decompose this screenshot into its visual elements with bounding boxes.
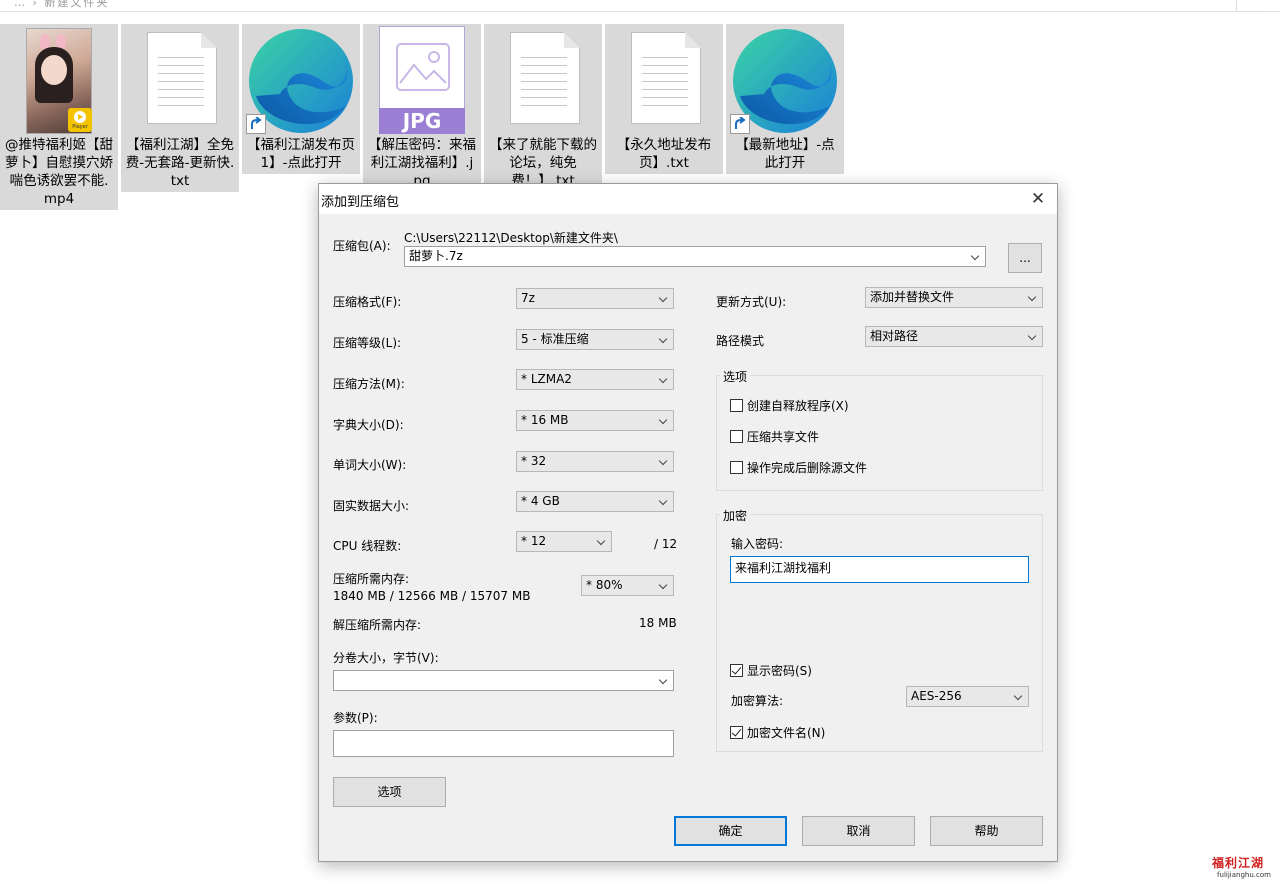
file-item-txt[interactable]: 【永久地址发布页】.txt: [605, 24, 723, 174]
path-mode-label: 路径模式: [716, 334, 765, 348]
level-label: 压缩等级(L):: [333, 336, 402, 350]
add-to-archive-dialog: 添加到压缩包 ✕ 压缩包(A): C:\Users\22112\Desktop\…: [318, 183, 1058, 862]
chevron-down-icon: [659, 370, 669, 389]
site-watermark-logo: 福利江湖 fulijianghu.com: [1212, 854, 1276, 884]
cpu-threads-label: CPU 线程数:: [333, 539, 402, 553]
chevron-down-icon: [659, 289, 669, 308]
chevron-down-icon: [1028, 288, 1038, 307]
file-name: 【福利江湖发布页1】-点此打开: [247, 137, 355, 171]
file-name: 【福利江湖】全免费-无套路-更新快.txt: [125, 137, 235, 189]
file-name: 【永久地址发布页】.txt: [616, 137, 712, 171]
path-mode-select[interactable]: 相对路径: [865, 326, 1043, 347]
options-button[interactable]: 选项: [333, 777, 446, 807]
explorer-address-strip: … › 新建文件夹: [0, 0, 1280, 12]
dict-size-label: 字典大小(D):: [333, 418, 404, 432]
word-size-select[interactable]: * 32: [516, 451, 674, 472]
memory-percent-select[interactable]: * 80%: [581, 575, 674, 596]
encryption-method-select[interactable]: AES-256: [906, 686, 1029, 707]
watermark-url: fulijianghu.com: [1217, 871, 1271, 879]
solid-size-select[interactable]: * 4 GB: [516, 491, 674, 512]
chevron-down-icon: [659, 492, 669, 511]
file-item-txt[interactable]: 【福利江湖】全免费-无套路-更新快.txt: [121, 24, 239, 192]
update-mode-label: 更新方式(U):: [716, 295, 787, 309]
window-corner: [1236, 0, 1268, 12]
shared-files-checkbox[interactable]: 压缩共享文件: [730, 428, 819, 445]
chevron-down-icon: [597, 532, 607, 551]
text-document-icon: [510, 32, 580, 124]
shortcut-arrow-icon: [730, 114, 750, 134]
file-item-shortcut[interactable]: 【最新地址】-点此打开: [726, 24, 844, 174]
text-document-icon: [147, 32, 217, 124]
cancel-button[interactable]: 取消: [802, 816, 915, 846]
file-item-video[interactable]: Player @推特福利姬【甜萝卜】自慰摸穴娇喘色诱欲罢不能.mp4: [0, 24, 118, 210]
file-name: 【最新地址】-点此打开: [735, 137, 835, 171]
dialog-titlebar: 添加到压缩包 ✕: [319, 184, 1057, 214]
shortcut-arrow-icon: [246, 114, 266, 134]
chevron-down-icon: [659, 330, 669, 349]
parameters-label: 参数(P):: [333, 711, 378, 725]
chevron-down-icon: [659, 671, 669, 690]
file-name: @推特福利姬【甜萝卜】自慰摸穴娇喘色诱欲罢不能.mp4: [5, 137, 113, 207]
encrypt-filenames-checkbox[interactable]: 加密文件名(N): [730, 724, 825, 741]
player-badge-icon: Player: [68, 108, 92, 132]
image-picture-icon: [396, 43, 450, 91]
method-select[interactable]: * LZMA2: [516, 369, 674, 390]
decompress-memory-value: 18 MB: [639, 616, 677, 630]
browse-button[interactable]: ...: [1008, 243, 1042, 273]
method-label: 压缩方法(M):: [333, 377, 405, 391]
update-mode-select[interactable]: 添加并替换文件: [865, 287, 1043, 308]
format-label: 压缩格式(F):: [333, 295, 402, 309]
decompress-memory-label: 解压缩所需内存:: [333, 618, 422, 632]
cpu-threads-total: / 12: [654, 537, 678, 551]
file-item-txt[interactable]: 【来了就能下载的论坛，纯免费！】.txt: [484, 24, 602, 192]
encryption-group-title: 加密: [720, 507, 751, 524]
file-item-shortcut[interactable]: 【福利江湖发布页1】-点此打开: [242, 24, 360, 174]
delete-after-checkbox[interactable]: 操作完成后删除源文件: [730, 459, 867, 476]
memory-value: 1840 MB / 12566 MB / 15707 MB: [333, 589, 531, 603]
breadcrumb: … › 新建文件夹: [14, 0, 110, 9]
encryption-method-label: 加密算法:: [731, 694, 784, 708]
chevron-down-icon: [659, 452, 669, 471]
password-input[interactable]: 来福利江湖找福利: [730, 556, 1029, 583]
archive-path: C:\Users\22112\Desktop\新建文件夹\: [404, 231, 618, 245]
text-document-icon: [631, 32, 701, 124]
ok-button[interactable]: 确定: [674, 816, 787, 846]
jpg-image-icon: JPG: [379, 26, 465, 134]
split-size-combo[interactable]: [333, 670, 674, 691]
parameters-input[interactable]: [333, 730, 674, 757]
chevron-down-icon: [659, 411, 669, 430]
file-item-jpg[interactable]: JPG 【解压密码：来福利江湖找福利】.jpg: [363, 24, 481, 192]
password-label: 输入密码:: [731, 537, 784, 551]
format-select[interactable]: 7z: [516, 288, 674, 309]
options-group-title: 选项: [720, 368, 751, 385]
word-size-label: 单词大小(W):: [333, 458, 407, 472]
show-password-checkbox[interactable]: 显示密码(S): [730, 662, 812, 679]
sfx-checkbox[interactable]: 创建自释放程序(X): [730, 397, 849, 414]
solid-size-label: 固实数据大小:: [333, 499, 410, 513]
cpu-threads-select[interactable]: * 12: [516, 531, 612, 552]
memory-label: 压缩所需内存:: [333, 572, 410, 586]
chevron-down-icon: [1028, 327, 1038, 346]
close-icon[interactable]: ✕: [1027, 188, 1049, 210]
watermark-title: 福利江湖: [1212, 856, 1265, 870]
chevron-down-icon: [659, 576, 669, 595]
chevron-down-icon: [971, 247, 981, 266]
dict-size-select[interactable]: * 16 MB: [516, 410, 674, 431]
archive-label: 压缩包(A):: [333, 239, 391, 253]
dialog-title: 添加到压缩包: [321, 195, 400, 210]
help-button[interactable]: 帮助: [930, 816, 1043, 846]
split-size-label: 分卷大小，字节(V):: [333, 651, 439, 665]
archive-name-combo[interactable]: 甜萝卜.7z: [404, 246, 986, 267]
level-select[interactable]: 5 - 标准压缩: [516, 329, 674, 350]
chevron-down-icon: [1014, 687, 1024, 706]
